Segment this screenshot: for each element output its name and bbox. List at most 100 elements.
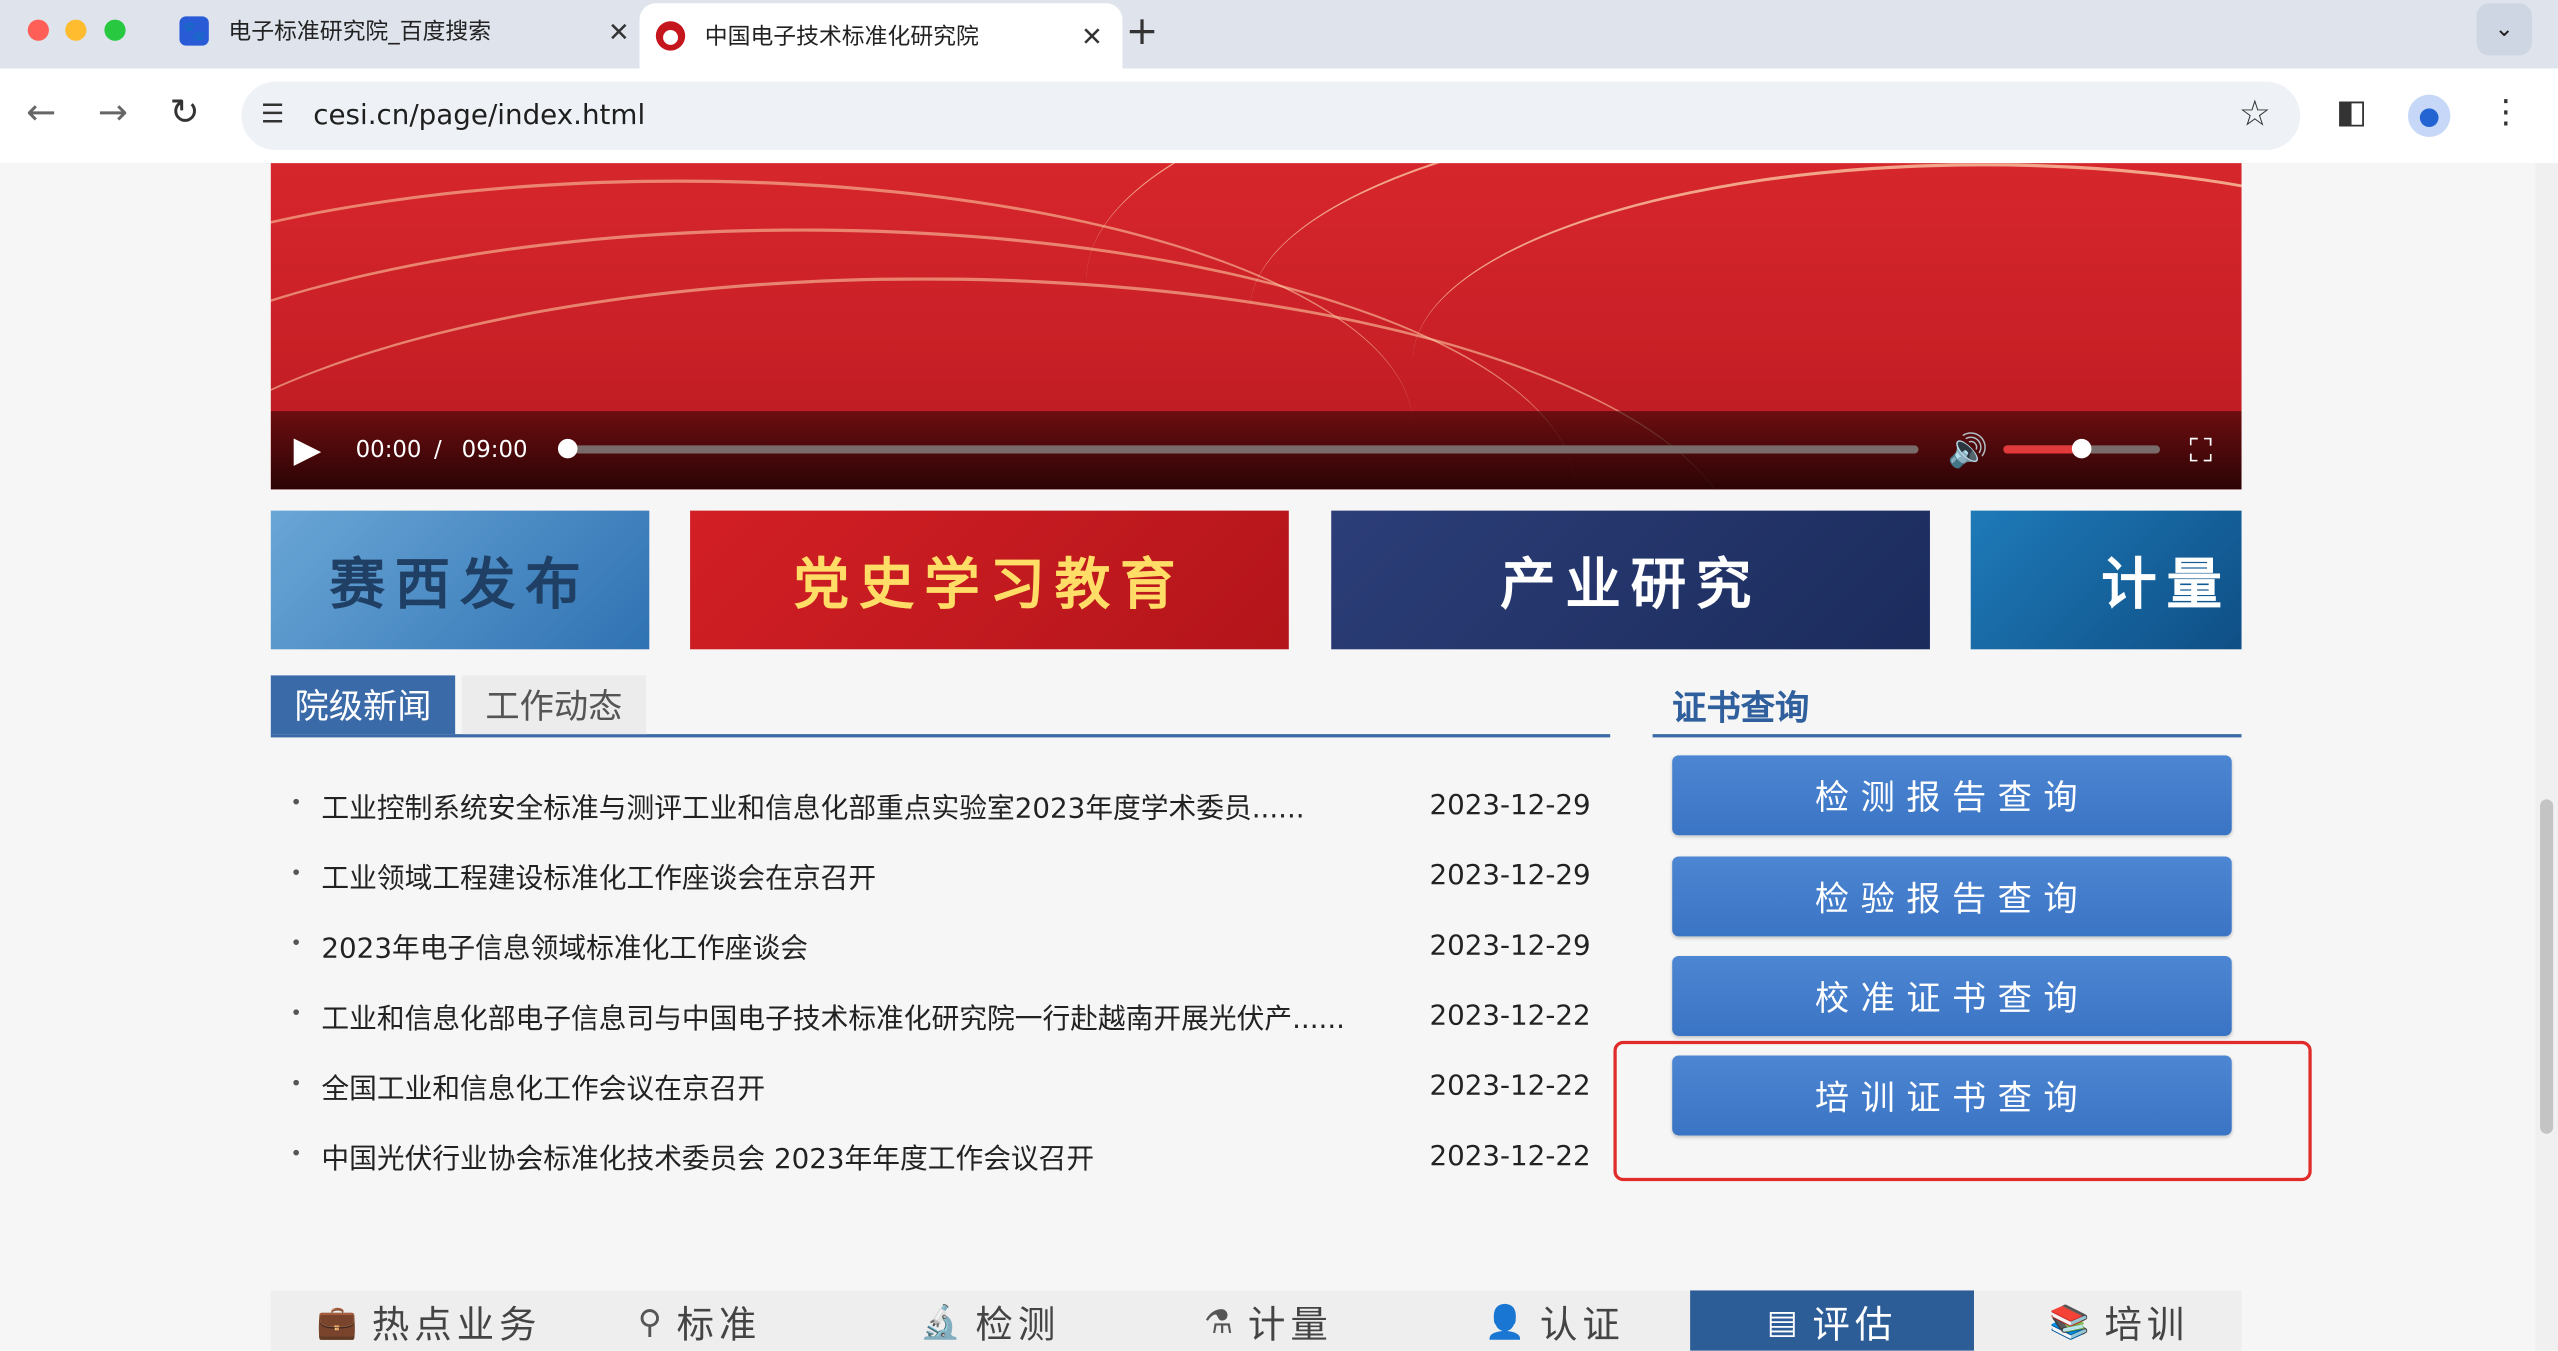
close-window-button[interactable] — [27, 19, 49, 41]
forward-button[interactable]: → — [98, 93, 128, 134]
bullet-icon: • — [290, 1141, 302, 1165]
list-item[interactable]: • 中国光伏行业协会标准化技术委员会 2023年年度工作会议召开 2023-12… — [271, 1121, 1610, 1191]
nav-hot-business[interactable]: 💼 热点业务 — [316, 1290, 541, 1350]
current-time: 00:00 — [355, 437, 422, 464]
seek-handle[interactable] — [557, 438, 578, 459]
nav-standards[interactable]: ⚲ 标准 — [638, 1290, 761, 1350]
nav-label: 计量 — [1247, 1304, 1333, 1347]
tab-bar: 🐾 电子标准研究院_百度搜索 ✕ ● 中国电子技术标准化研究院 ✕ + ⌄ — [0, 0, 2558, 69]
browser-tab-cesi[interactable]: ● 中国电子技术标准化研究院 ✕ — [639, 3, 1123, 69]
news-date: 2023-12-22 — [1429, 1069, 1591, 1103]
volume-slider[interactable] — [2003, 438, 2160, 459]
nav-label: 检测 — [975, 1304, 1061, 1347]
banner-industry-research[interactable]: 产业研究 — [1331, 510, 1930, 650]
news-date: 2023-12-22 — [1429, 1139, 1591, 1173]
list-item[interactable]: • 全国工业和信息化工作会议在京召开 2023-12-22 — [271, 1051, 1610, 1121]
page-content: ▶ 00:00 / 09:00 🔊 ⛶ 赛西发布 党史学习教育 产业研究 计量 — [0, 163, 2558, 1351]
test-report-query-button[interactable]: 检测报告查询 — [1672, 755, 2232, 836]
microscope-icon: 🔬 — [920, 1301, 966, 1341]
reload-button[interactable]: ↻ — [170, 93, 200, 134]
person-icon: ● — [2418, 101, 2440, 131]
news-title[interactable]: 中国光伏行业协会标准化技术委员会 2023年年度工作会议召开 — [321, 1135, 1094, 1177]
cesi-logo-icon: ● — [655, 21, 686, 51]
news-date: 2023-12-22 — [1429, 999, 1591, 1032]
bullet-icon: • — [290, 931, 302, 955]
site-settings-icon[interactable]: ☰ — [261, 98, 284, 129]
banner-text: 产业研究 — [1500, 553, 1762, 619]
news-date: 2023-12-29 — [1429, 788, 1591, 822]
news-date: 2023-12-29 — [1429, 858, 1591, 892]
banner-text: 计量 — [2101, 553, 2232, 619]
volume-handle[interactable] — [2071, 438, 2092, 459]
banner-cesi-release[interactable]: 赛西发布 — [270, 510, 650, 650]
new-tab-button[interactable]: + — [1126, 8, 1159, 54]
news-list: • 工业控制系统安全标准与测评工业和信息化部重点实验室2023年度学术委员...… — [271, 770, 1610, 1191]
video-controls: ▶ 00:00 / 09:00 🔊 ⛶ — [270, 411, 2242, 490]
profile-avatar[interactable]: ● — [2407, 94, 2451, 138]
compass-icon: ⚲ — [637, 1301, 667, 1341]
calibration-certificate-query-button[interactable]: 校准证书查询 — [1672, 956, 2232, 1036]
document-icon: ▤ — [1766, 1301, 1803, 1341]
banner-text: 赛西发布 — [329, 553, 591, 619]
bullet-icon: • — [290, 1071, 302, 1095]
list-item[interactable]: • 工业控制系统安全标准与测评工业和信息化部重点实验室2023年度学术委员...… — [271, 770, 1610, 840]
bullet-icon: • — [290, 861, 302, 885]
certificate-query-header: 证书查询 — [1652, 675, 2242, 738]
flask-icon: ⚗ — [1203, 1301, 1239, 1341]
baidu-paw-icon: 🐾 — [179, 16, 209, 46]
browser-window: 🐾 电子标准研究院_百度搜索 ✕ ● 中国电子技术标准化研究院 ✕ + ⌄ ← … — [0, 0, 2558, 1351]
play-icon[interactable]: ▶ — [294, 431, 322, 472]
url-text[interactable]: cesi.cn/page/index.html — [313, 100, 645, 133]
tab-work-updates[interactable]: 工作动态 — [461, 675, 647, 735]
list-item[interactable]: • 工业领域工程建设标准化工作座谈会在京召开 2023-12-29 — [271, 840, 1610, 910]
banner-metrology[interactable]: 计量 — [1970, 510, 2242, 650]
banner-party-history[interactable]: 党史学习教育 — [690, 510, 1289, 650]
news-title[interactable]: 全国工业和信息化工作会议在京召开 — [321, 1065, 765, 1106]
tab-institute-news[interactable]: 院级新闻 — [270, 675, 456, 735]
time-separator: / — [433, 437, 442, 464]
news-title[interactable]: 工业控制系统安全标准与测评工业和信息化部重点实验室2023年度学术委员.....… — [321, 785, 1304, 826]
person-icon: 👤 — [1484, 1301, 1531, 1341]
browser-tab-baidu[interactable]: 🐾 电子标准研究院_百度搜索 ✕ — [160, 0, 649, 62]
maximize-window-button[interactable] — [104, 19, 126, 41]
video-player[interactable]: ▶ 00:00 / 09:00 🔊 ⛶ — [270, 163, 2242, 490]
volume-fill — [2003, 445, 2082, 454]
nav-label: 热点业务 — [371, 1304, 542, 1347]
nav-evaluation[interactable]: ▤ 评估 — [1690, 1290, 1974, 1351]
volume-icon[interactable]: 🔊 — [1948, 431, 1989, 470]
news-title[interactable]: 2023年电子信息领域标准化工作座谈会 — [321, 925, 808, 966]
nav-certification[interactable]: 👤 认证 — [1485, 1290, 1625, 1350]
duration: 09:00 — [461, 437, 528, 464]
bookmark-star-icon[interactable]: ☆ — [2239, 95, 2271, 136]
inspection-report-query-button[interactable]: 检验报告查询 — [1672, 856, 2232, 937]
nav-label: 标准 — [676, 1304, 762, 1347]
side-panel-icon[interactable]: ◧ — [2336, 91, 2367, 130]
list-item[interactable]: • 工业和信息化部电子信息司与中国电子技术标准化研究院一行赴越南开展光伏产...… — [271, 980, 1610, 1050]
page-scrollbar[interactable] — [2535, 163, 2558, 1351]
chevron-down-icon: ⌄ — [2494, 16, 2514, 43]
fullscreen-icon[interactable]: ⛶ — [2189, 431, 2212, 470]
nav-testing[interactable]: 🔬 检测 — [920, 1290, 1060, 1350]
tab-search-button[interactable]: ⌄ — [2476, 3, 2532, 56]
more-menu-icon[interactable]: ⋮ — [2490, 91, 2523, 130]
bullet-icon: • — [290, 1001, 302, 1025]
minimize-window-button[interactable] — [65, 19, 87, 41]
tab-title: 中国电子技术标准化研究院 — [704, 24, 979, 51]
list-item[interactable]: • 2023年电子信息领域标准化工作座谈会 2023-12-29 — [271, 910, 1610, 980]
address-bar[interactable]: ☰ cesi.cn/page/index.html ☆ — [241, 81, 2301, 151]
bullet-icon: • — [290, 791, 302, 815]
close-tab-icon[interactable]: ✕ — [608, 15, 630, 46]
section-title: 证书查询 — [1672, 688, 1810, 728]
books-icon: 📚 — [2049, 1301, 2095, 1341]
briefcase-icon: 💼 — [316, 1301, 363, 1341]
seek-bar[interactable] — [557, 438, 1919, 459]
news-title[interactable]: 工业领域工程建设标准化工作座谈会在京召开 — [321, 855, 876, 896]
tab-title: 电子标准研究院_百度搜索 — [228, 19, 492, 46]
close-tab-icon[interactable]: ✕ — [1081, 20, 1103, 51]
nav-metrology[interactable]: ⚗ 计量 — [1204, 1290, 1333, 1350]
news-title[interactable]: 工业和信息化部电子信息司与中国电子技术标准化研究院一行赴越南开展光伏产.....… — [321, 995, 1345, 1036]
back-button[interactable]: ← — [26, 93, 56, 134]
nav-training[interactable]: 📚 培训 — [2049, 1290, 2189, 1350]
scrollbar-thumb[interactable] — [2540, 799, 2554, 1134]
nav-label: 评估 — [1812, 1304, 1898, 1347]
